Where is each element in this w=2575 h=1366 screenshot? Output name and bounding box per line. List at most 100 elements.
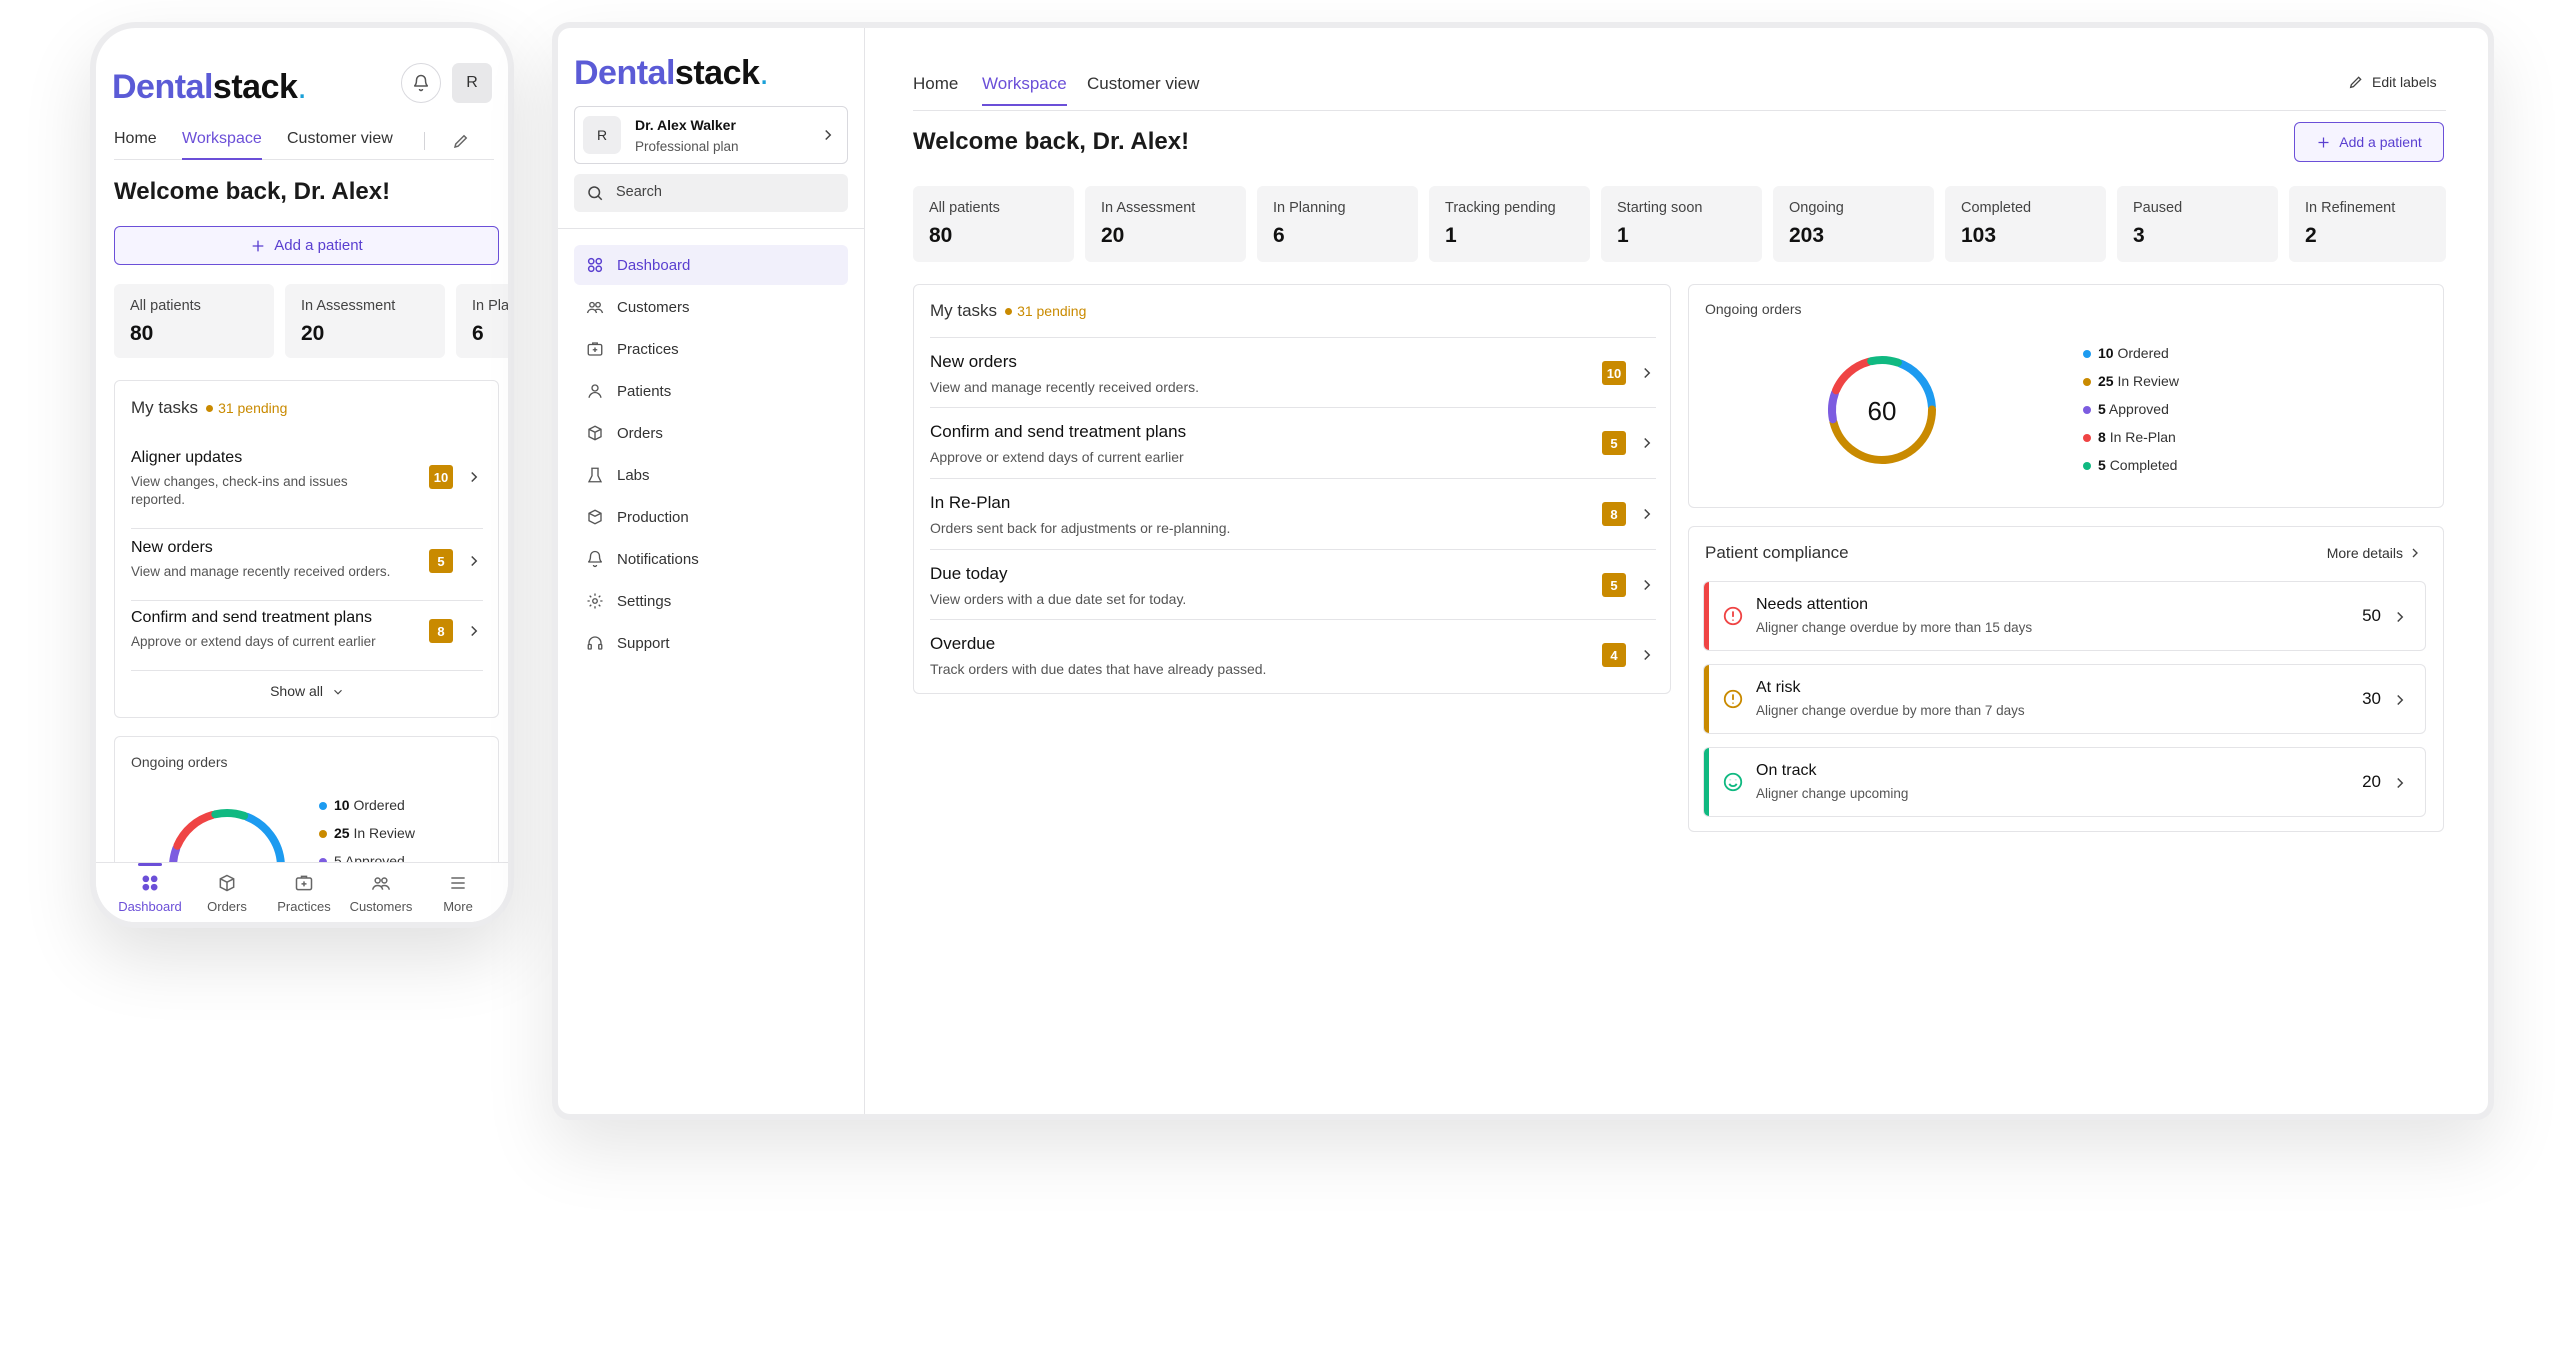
stat-card[interactable]: Completed 103: [1945, 186, 2106, 262]
legend-dot: [2083, 378, 2091, 387]
stat-card[interactable]: Paused 3: [2117, 186, 2278, 262]
ongoing-orders-title: Ongoing orders: [1705, 301, 1802, 317]
task-title: New orders: [930, 352, 1017, 371]
task-item[interactable]: Due today View orders with a due date se…: [930, 550, 1656, 620]
task-count-badge: 8: [1602, 502, 1626, 526]
legend-item: 5 Approved: [2083, 401, 2169, 417]
sidebar-item-label: Patients: [617, 382, 672, 400]
legend-count: 25: [2098, 373, 2114, 389]
task-item[interactable]: New orders View and manage recently rece…: [131, 539, 483, 601]
bottom-nav-orders[interactable]: Orders: [189, 873, 265, 914]
notifications-icon: [587, 550, 603, 568]
task-item[interactable]: Aligner updates View changes, check-ins …: [131, 449, 483, 529]
stat-card[interactable]: In Planning 6: [1257, 186, 1418, 262]
task-item[interactable]: Confirm and send treatment plans Approve…: [930, 408, 1656, 479]
sidebar-item-orders[interactable]: Orders: [574, 413, 848, 453]
account-switcher[interactable]: R Dr. Alex Walker Professional plan: [574, 106, 848, 164]
my-tasks-heading: My tasks 31 pending: [930, 301, 1086, 321]
stat-card[interactable]: In Assessment 20: [285, 284, 445, 358]
stat-card[interactable]: All patients 80: [913, 186, 1074, 262]
tab-home[interactable]: Home: [913, 74, 958, 104]
dashboard-icon: [142, 875, 158, 891]
stat-label: In Refinement: [2305, 200, 2396, 216]
notifications-button[interactable]: [401, 63, 441, 103]
pencil-icon[interactable]: [452, 132, 470, 150]
bottom-nav-more[interactable]: More: [420, 873, 496, 914]
legend-item: 10 Ordered: [2083, 345, 2169, 361]
orders-icon: [588, 425, 602, 441]
more-details-link[interactable]: More details: [2327, 545, 2423, 561]
task-title: In Re-Plan: [930, 493, 1011, 512]
stat-card[interactable]: Ongoing 203: [1773, 186, 1934, 262]
bottom-nav-customers[interactable]: Customers: [343, 873, 419, 914]
sidebar-item-support[interactable]: Support: [574, 623, 848, 663]
chevron-right-icon: [2412, 548, 2418, 558]
add-patient-button[interactable]: Add a patient: [114, 226, 499, 265]
compliance-item-needs-attention[interactable]: Needs attention Aligner change overdue b…: [1703, 581, 2426, 651]
stat-label: Completed: [1961, 200, 2032, 216]
pending-count: 31 pending: [1017, 303, 1087, 319]
tab-workspace[interactable]: Workspace: [982, 74, 1067, 106]
sidebar-item-patients[interactable]: Patients: [574, 371, 848, 411]
sidebar-item-customers[interactable]: Customers: [574, 287, 848, 327]
stat-card[interactable]: In Plan 6: [456, 284, 508, 358]
sidebar-item-production[interactable]: Production: [574, 497, 848, 537]
dashboard-icon: [587, 257, 603, 273]
stat-value: 80: [929, 224, 953, 247]
compliance-subtitle: Aligner change upcoming: [1756, 786, 1909, 801]
bottom-nav-label: Orders: [207, 899, 247, 914]
show-all-button[interactable]: Show all: [115, 683, 500, 699]
search-input[interactable]: Search: [574, 174, 848, 212]
brand-logo: Dentalstack.: [574, 54, 769, 92]
stat-label: All patients: [130, 298, 201, 314]
task-subtitle: View orders with a due date set for toda…: [930, 591, 1187, 607]
legend-item: 25 In Review: [2083, 373, 2179, 389]
legend-dot: [2083, 406, 2091, 415]
stat-card[interactable]: In Refinement 2: [2289, 186, 2446, 262]
tab-workspace[interactable]: Workspace: [182, 130, 262, 160]
stat-value: 2: [2305, 224, 2317, 247]
task-subtitle: Track orders with due dates that have al…: [930, 661, 1267, 677]
sidebar-item-settings[interactable]: Settings: [574, 581, 848, 621]
bottom-nav-practices[interactable]: Practices: [266, 873, 342, 914]
task-item[interactable]: Overdue Track orders with due dates that…: [930, 620, 1656, 690]
my-tasks-title: My tasks: [131, 398, 199, 417]
bottom-nav-label: Practices: [277, 899, 331, 914]
task-title: Confirm and send treatment plans: [930, 422, 1187, 441]
add-patient-label: Add a patient: [2339, 134, 2422, 150]
task-count-badge: 4: [1602, 643, 1626, 667]
add-patient-label: Add a patient: [274, 237, 363, 254]
stat-card[interactable]: Starting soon 1: [1601, 186, 1762, 262]
add-patient-button[interactable]: Add a patient: [2294, 122, 2444, 162]
stat-card[interactable]: Tracking pending 1: [1429, 186, 1590, 262]
tab-customer-view[interactable]: Customer view: [287, 130, 393, 158]
legend-dot: [2083, 462, 2091, 471]
legend-count: 5: [2098, 457, 2106, 473]
tab-customer-view[interactable]: Customer view: [1087, 74, 1199, 104]
pending-dot: [1005, 307, 1013, 315]
sidebar-item-notifications[interactable]: Notifications: [574, 539, 848, 579]
bottom-nav-dashboard[interactable]: Dashboard: [112, 873, 188, 914]
tab-home[interactable]: Home: [114, 130, 157, 158]
legend-dot: [2083, 434, 2091, 443]
compliance-item-at-risk[interactable]: At risk Aligner change overdue by more t…: [1703, 664, 2426, 734]
donut-legend: 10 Ordered 25 In Review 5 Approved 8 In …: [2083, 345, 2283, 485]
sidebar-item-label: Support: [617, 634, 670, 652]
sidebar-item-practices[interactable]: Practices: [574, 329, 848, 369]
sidebar-item-labs[interactable]: Labs: [574, 455, 848, 495]
avatar[interactable]: R: [452, 63, 492, 103]
stat-card[interactable]: All patients 80: [114, 284, 274, 358]
bottom-nav-indicator: [138, 863, 162, 866]
stat-card[interactable]: In Assessment 20: [1085, 186, 1246, 262]
task-subtitle: Orders sent back for adjustments or re-p…: [930, 520, 1231, 536]
task-item[interactable]: New orders View and manage recently rece…: [930, 338, 1656, 408]
edit-labels-button[interactable]: Edit labels: [2348, 74, 2437, 90]
stat-label: In Assessment: [301, 298, 396, 314]
task-item[interactable]: In Re-Plan Orders sent back for adjustme…: [930, 479, 1656, 550]
task-count-badge: 5: [429, 549, 453, 573]
compliance-item-on-track[interactable]: On track Aligner change upcoming 20: [1703, 747, 2426, 817]
task-subtitle: View changes, check-ins and issues repor…: [131, 474, 348, 508]
sidebar-item-dashboard[interactable]: Dashboard: [574, 245, 848, 285]
task-item[interactable]: Confirm and send treatment plans Approve…: [131, 609, 483, 671]
chevron-right-icon: [1644, 367, 1651, 379]
